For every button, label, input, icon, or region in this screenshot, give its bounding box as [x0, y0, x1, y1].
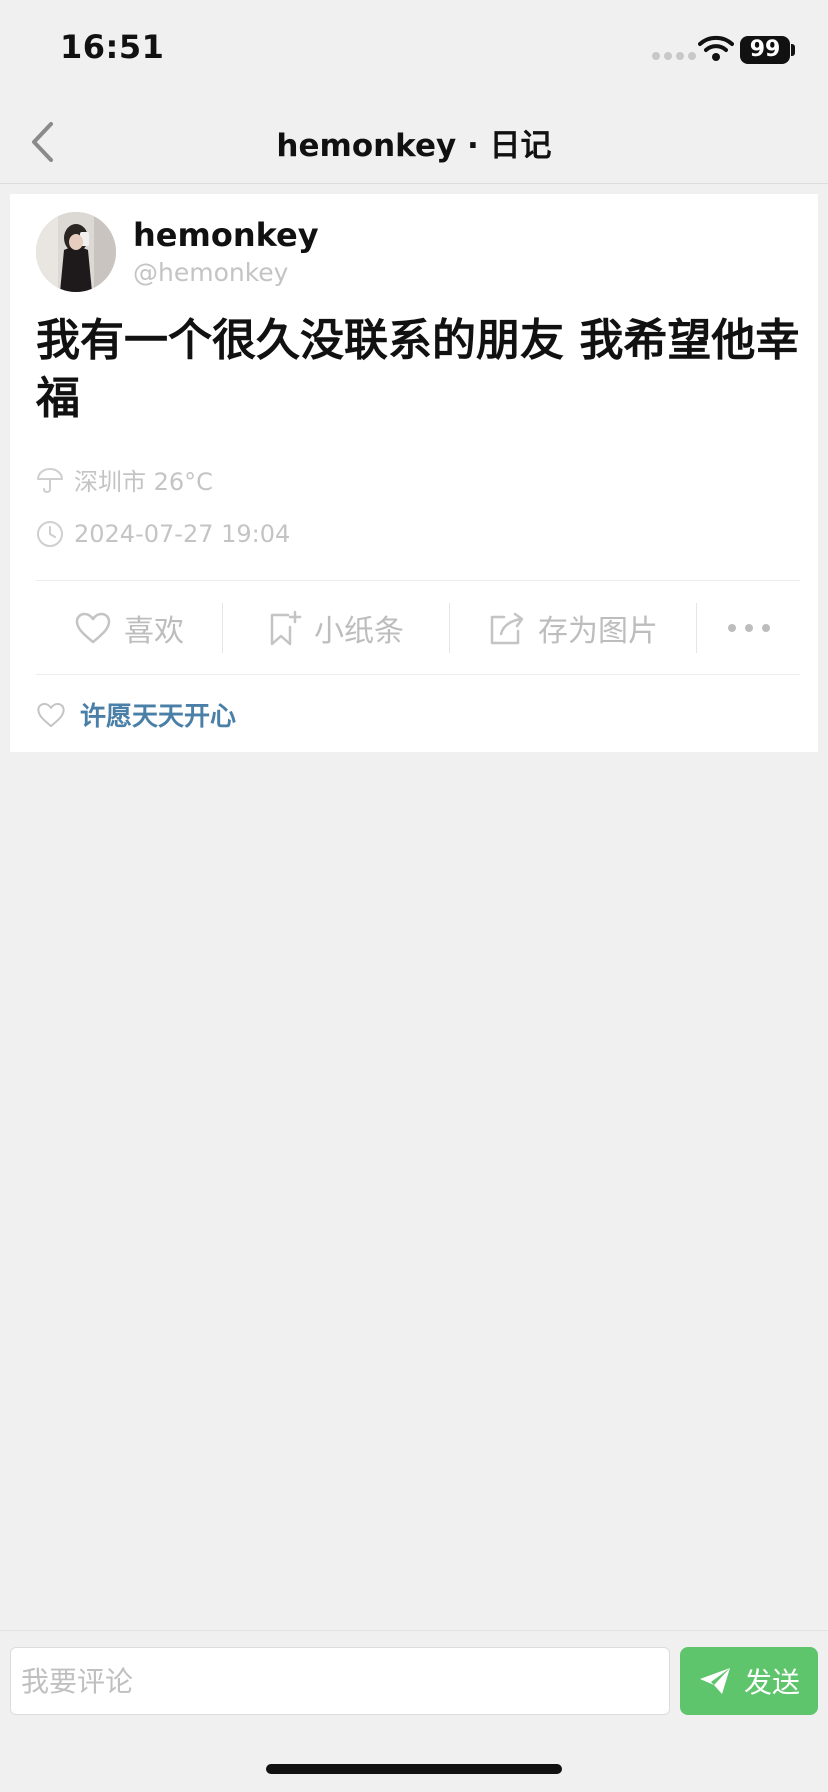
more-button[interactable]	[697, 580, 800, 676]
page-title: hemonkey · 日记	[276, 128, 552, 164]
save-image-button[interactable]: 存为图片	[450, 580, 696, 676]
bookmark-plus-icon	[270, 610, 302, 646]
avatar-image	[36, 212, 116, 292]
avatar[interactable]	[36, 212, 116, 292]
post-content: 我有一个很久没联系的朋友 我希望他幸福	[36, 315, 800, 424]
clock-icon	[37, 521, 63, 547]
send-button[interactable]: 发送	[680, 1647, 818, 1715]
likes-row: 许愿天天开心	[36, 696, 236, 733]
battery-tip	[791, 44, 795, 56]
status-time: 16:51	[60, 28, 165, 66]
paper-plane-icon	[699, 1668, 730, 1694]
more-dots-icon	[727, 624, 770, 632]
divider	[36, 674, 800, 675]
weather-info: 深圳市 26°C	[36, 462, 213, 497]
comment-input[interactable]	[10, 1647, 670, 1715]
liked-by-user-link[interactable]: 许愿天天开心	[80, 696, 236, 733]
save-image-label: 存为图片	[538, 614, 658, 649]
action-bar: 喜欢 小纸条 存为图片	[36, 580, 800, 676]
heart-icon	[37, 702, 65, 727]
heart-icon	[75, 612, 111, 644]
wifi-icon	[698, 35, 734, 61]
share-icon	[490, 612, 524, 645]
cellular-signal-icon	[652, 52, 696, 60]
date-text: 2024-07-27 19:04	[74, 520, 291, 548]
status-bar: 16:51 99	[0, 0, 828, 100]
date-info: 2024-07-27 19:04	[36, 520, 290, 548]
nav-bar: hemonkey · 日记	[0, 100, 828, 184]
weather-text: 深圳市 26°C	[74, 468, 213, 496]
umbrella-icon	[37, 467, 63, 493]
user-handle: @hemonkey	[133, 258, 289, 287]
send-label: 发送	[743, 1666, 800, 1699]
user-name[interactable]: hemonkey	[133, 216, 319, 254]
battery-indicator: 99	[740, 36, 790, 64]
diary-post-card: hemonkey @hemonkey 我有一个很久没联系的朋友 我希望他幸福 深…	[10, 194, 818, 752]
note-button[interactable]: 小纸条	[223, 580, 449, 676]
like-button[interactable]: 喜欢	[36, 580, 222, 676]
note-label: 小纸条	[314, 614, 404, 649]
home-indicator[interactable]	[266, 1764, 562, 1774]
like-label: 喜欢	[124, 614, 184, 649]
